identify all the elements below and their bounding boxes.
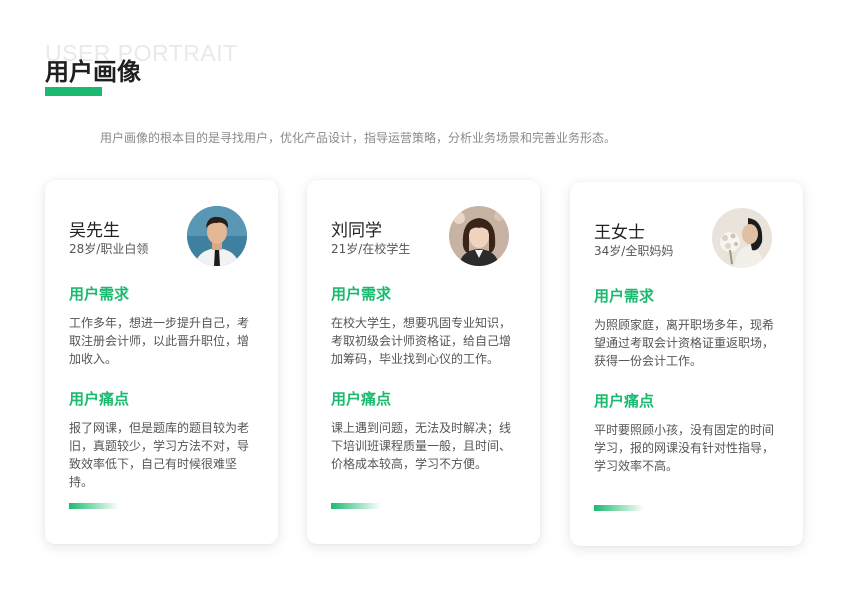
- pain-heading: 用户痛点: [594, 392, 655, 410]
- persona-name: 王女士: [594, 223, 645, 243]
- need-heading: 用户需求: [594, 287, 655, 305]
- pain-text: 报了网课，但是题库的题目较为老旧，真题较少，学习方法不对，导致效率低下，自己有时…: [69, 421, 250, 489]
- female-mother-avatar-icon: [712, 208, 772, 268]
- pain-heading: 用户痛点: [331, 390, 392, 408]
- intro-text: 用户画像的根本目的是寻找用户，优化产品设计，指导运营策略，分析业务场景和完善业务…: [100, 131, 617, 145]
- card-accent-bar: [69, 503, 119, 509]
- persona-card-wu: 吴先生 28岁/职业白领 用户需求 工作多年，想进一步提升自己，考取注册会计师，…: [45, 180, 278, 544]
- persona-card-liu: 刘同学 21岁/在校学生 用户需求 在校大学生，想要巩固专业知识，考取初级会计师…: [307, 180, 540, 544]
- need-text: 在校大学生，想要巩固专业知识，考取初级会计师资格证，给自己增加筹码，毕业找到心仪…: [331, 316, 512, 366]
- pain-heading: 用户痛点: [69, 390, 130, 408]
- pain-text: 课上遇到问题，无法及时解决；线下培训班课程质量一般，且时间、价格成本较高，学习不…: [331, 421, 512, 471]
- persona-meta: 21岁/在校学生: [331, 242, 411, 256]
- male-avatar-icon: [187, 206, 247, 266]
- need-text: 为照顾家庭，离开职场多年，现希望通过考取会计资格证重返职场，获得一份会计工作。: [594, 318, 775, 368]
- title-underline-bar: [45, 87, 102, 96]
- female-student-avatar-icon: [449, 206, 509, 266]
- persona-meta: 34岁/全职妈妈: [594, 244, 674, 258]
- page-title: 用户画像: [45, 58, 141, 86]
- need-text: 工作多年，想进一步提升自己，考取注册会计师，以此晋升职位，增加收入。: [69, 316, 250, 366]
- persona-name: 刘同学: [331, 221, 382, 241]
- need-heading: 用户需求: [69, 285, 130, 303]
- need-heading: 用户需求: [331, 285, 392, 303]
- card-accent-bar: [331, 503, 381, 509]
- card-accent-bar: [594, 505, 644, 511]
- pain-text: 平时要照顾小孩，没有固定的时间学习，报的网课没有针对性指导，学习效率不高。: [594, 423, 775, 473]
- persona-meta: 28岁/职业白领: [69, 242, 149, 256]
- persona-card-wang: 王女士 34岁/全职妈妈 用户需求 为照顾家庭，离开职场多年，现希望通过考取会计…: [570, 182, 803, 546]
- persona-name: 吴先生: [69, 221, 120, 241]
